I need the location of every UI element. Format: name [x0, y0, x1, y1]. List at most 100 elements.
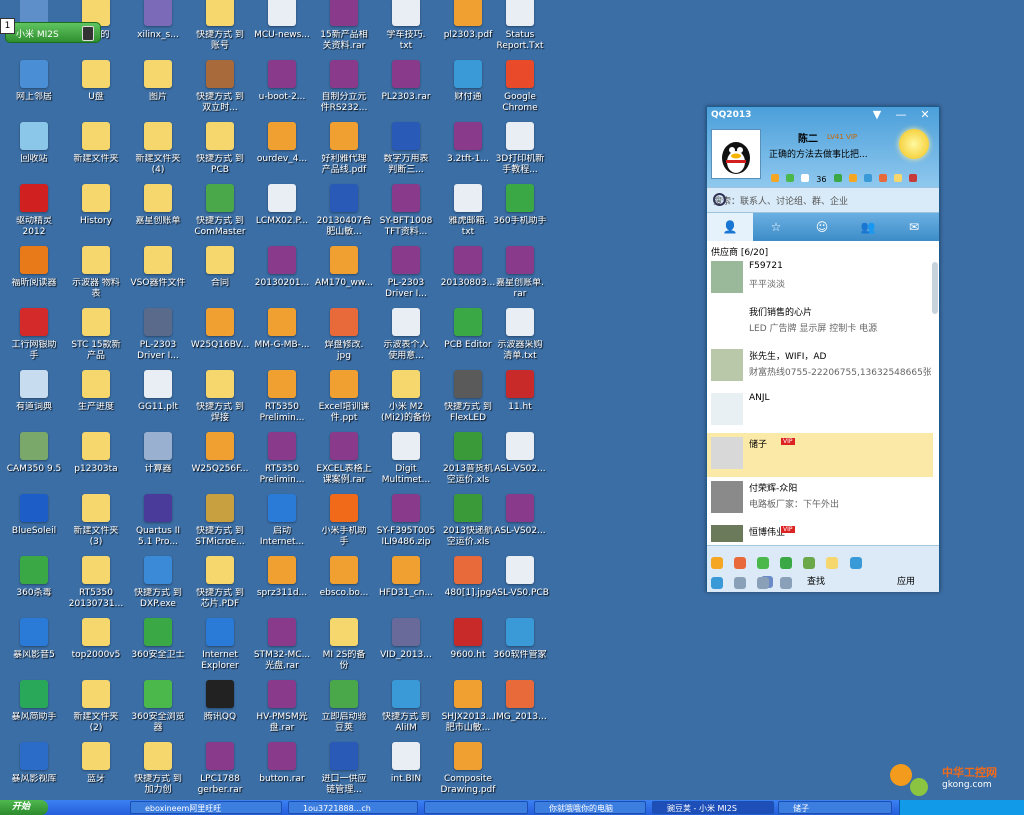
- desktop-icon[interactable]: 网上邻居: [4, 60, 64, 114]
- desktop-icon[interactable]: 雅虎邮箱. txt: [438, 184, 498, 238]
- desktop-icon[interactable]: 嘉星创账单. rar: [490, 246, 550, 300]
- desktop-icon[interactable]: EXCEL表格上 课案例.rar: [314, 432, 374, 486]
- desktop-icon[interactable]: ASL-VS0.PCB: [490, 556, 550, 610]
- desktop-icon[interactable]: 快捷方式 到 焊接: [190, 370, 250, 424]
- desktop-icon[interactable]: 小米手机助 手: [314, 494, 374, 548]
- desktop-icon[interactable]: 暴风简助手: [4, 680, 64, 734]
- desktop-icon[interactable]: 20130803...: [438, 246, 498, 300]
- desktop-icon[interactable]: 360软件管家: [490, 618, 550, 672]
- penguin-icon[interactable]: [711, 576, 723, 589]
- desktop-icon[interactable]: 暴风影视库: [4, 742, 64, 796]
- desktop-icon[interactable]: VID_2013...: [376, 618, 436, 672]
- close-icon[interactable]: ✕: [915, 108, 935, 122]
- contact-item[interactable]: ANJL: [707, 389, 933, 433]
- desktop-icon[interactable]: 腾讯QQ: [190, 680, 250, 734]
- desktop-icon[interactable]: STM32-MC... 光盘.rar: [252, 618, 312, 672]
- music-icon[interactable]: [909, 174, 918, 182]
- contact-item[interactable]: 张先生，WIFI，AD 财富热线0755-22206755,13632548665…: [707, 345, 933, 389]
- desktop-icon[interactable]: IMG_2013...: [490, 680, 550, 734]
- desktop-icon[interactable]: int.BIN: [376, 742, 436, 796]
- desktop-icon[interactable]: RT5350 Prelimin...: [252, 370, 312, 424]
- desktop-icon[interactable]: Composite Drawing.pdf: [438, 742, 498, 796]
- contact-item[interactable]: 恒博伟业 VIP: [707, 521, 933, 542]
- desktop-icon[interactable]: 有道词典: [4, 370, 64, 424]
- desktop-icon[interactable]: 9600.ht: [438, 618, 498, 672]
- search-icon[interactable]: [713, 193, 726, 206]
- tab-favorites-icon[interactable]: ☆: [753, 213, 799, 241]
- system-tray[interactable]: [899, 800, 1024, 815]
- taskbar-item[interactable]: 储子: [778, 801, 892, 814]
- desktop-icon[interactable]: sprz311d...: [252, 556, 312, 610]
- desktop-icon[interactable]: Internet Explorer: [190, 618, 250, 672]
- desktop-icon[interactable]: 图片: [128, 60, 188, 114]
- desktop-icon[interactable]: [490, 742, 550, 796]
- desktop-icon[interactable]: 学车技巧. txt: [376, 0, 436, 52]
- contact-item[interactable]: F59721 平平淡淡: [707, 257, 933, 301]
- app-icon[interactable]: [826, 556, 839, 569]
- app-button[interactable]: 应用: [897, 574, 915, 587]
- desktop-icon[interactable]: 2013普货机 空运价.xls: [438, 432, 498, 486]
- desktop-icon[interactable]: 合同: [190, 246, 250, 300]
- space-icon[interactable]: [893, 174, 902, 182]
- desktop-icon[interactable]: MCU-news...: [252, 0, 312, 52]
- desktop-icon[interactable]: PL2303.rar: [376, 60, 436, 114]
- desktop-icon[interactable]: 快捷方式 到 双立时...: [190, 60, 250, 114]
- desktop-icon[interactable]: top2000v5: [66, 618, 126, 672]
- desktop-icon[interactable]: 好利雅代理 产品线.pdf: [314, 122, 374, 176]
- desktop-icon[interactable]: 20130407合 肥山敏...: [314, 184, 374, 238]
- desktop-icon[interactable]: 15新产品相 关资料.rar: [314, 0, 374, 52]
- desktop-icon[interactable]: 回收站: [4, 122, 64, 176]
- desktop-icon[interactable]: 快捷方式 到 AliIM: [376, 680, 436, 734]
- desktop-icon[interactable]: U盘: [66, 60, 126, 114]
- desktop-icon[interactable]: 蓝牙: [66, 742, 126, 796]
- contact-item[interactable]: 付荣辉-众阳 电路板厂家：下午外出: [707, 477, 933, 521]
- desktop-icon[interactable]: 快捷方式 到 芯片.PDF: [190, 556, 250, 610]
- desktop-icon[interactable]: VSO器件文件: [128, 246, 188, 300]
- desktop-icon[interactable]: GG11.plt: [128, 370, 188, 424]
- desktop-icon[interactable]: 360安全卫士: [128, 618, 188, 672]
- desktop-icon[interactable]: 11.ht: [490, 370, 550, 424]
- desktop-icon[interactable]: 360安全浏览 器: [128, 680, 188, 734]
- desktop-icon[interactable]: 福昕阅读器: [4, 246, 64, 300]
- desktop-icon[interactable]: BlueSoleil: [4, 494, 64, 548]
- taskbar-item[interactable]: 豌豆荚 - 小米 MI2S: [652, 801, 774, 814]
- phone-notification[interactable]: 小米 MI2S: [5, 22, 101, 43]
- app-icon[interactable]: [734, 556, 747, 569]
- desktop-icon[interactable]: W25Q16BV...: [190, 308, 250, 362]
- desktop-icon[interactable]: LPC1788 gerber.rar: [190, 742, 250, 796]
- skin-icon[interactable]: ▼: [867, 108, 887, 122]
- desktop-icon[interactable]: 自制分立元 件RS232...: [314, 60, 374, 114]
- desktop-icon[interactable]: 计算器: [128, 432, 188, 486]
- desktop-icon[interactable]: 新建文件夹 (4): [128, 122, 188, 176]
- desktop-icon[interactable]: 工行网银助 手: [4, 308, 64, 362]
- start-button[interactable]: 开始: [0, 800, 48, 815]
- desktop-icon[interactable]: 启动 Internet...: [252, 494, 312, 548]
- desktop-icon[interactable]: 快捷方式 到 DXP.exe: [128, 556, 188, 610]
- desktop-icon[interactable]: ASL-VS02...: [490, 432, 550, 486]
- user-signature[interactable]: 正确的方法去做事比把...: [769, 147, 887, 160]
- desktop-icon[interactable]: Google Chrome: [490, 60, 550, 114]
- desktop-icon[interactable]: button.rar: [252, 742, 312, 796]
- desktop-icon[interactable]: LCMX02.P...: [252, 184, 312, 238]
- desktop-icon[interactable]: STC 15款新 产品: [66, 308, 126, 362]
- app-icon[interactable]: [786, 174, 795, 182]
- qq-panel[interactable]: QQ2013 ▼ — ✕ 陈二 LV41 VIP 正确的方法去做事比把... 3…: [706, 106, 940, 592]
- desktop-icon[interactable]: PCB Editor: [438, 308, 498, 362]
- desktop-icon[interactable]: 新建文件夹: [66, 122, 126, 176]
- taskbar-item[interactable]: 1ou3721888...ch: [288, 801, 418, 814]
- desktop-icon[interactable]: 360杀毒: [4, 556, 64, 610]
- contact-scrollbar[interactable]: [932, 262, 938, 314]
- desktop-icon[interactable]: 示波器 物料 表: [66, 246, 126, 300]
- speaker-icon[interactable]: [757, 576, 770, 589]
- desktop-icon[interactable]: 示波表个人 使用意...: [376, 308, 436, 362]
- desktop-icon[interactable]: Quartus II 5.1 Pro...: [128, 494, 188, 548]
- desktop-icon[interactable]: 20130201...: [252, 246, 312, 300]
- desktop-icon[interactable]: u-boot-2...: [252, 60, 312, 114]
- taskbar-item[interactable]: eboxineem阿里旺旺: [130, 801, 282, 814]
- desktop-icon[interactable]: SY-F395T005 ILI9486.zip: [376, 494, 436, 548]
- desktop-icon[interactable]: 示波器采购 清单.txt: [490, 308, 550, 362]
- desktop-icon[interactable]: ebsco.bo...: [314, 556, 374, 610]
- desktop-icon[interactable]: Status Report.Txt: [490, 0, 550, 52]
- desktop-icon[interactable]: 快捷方式 到 FlexLED: [438, 370, 498, 424]
- app-icon[interactable]: [780, 556, 793, 569]
